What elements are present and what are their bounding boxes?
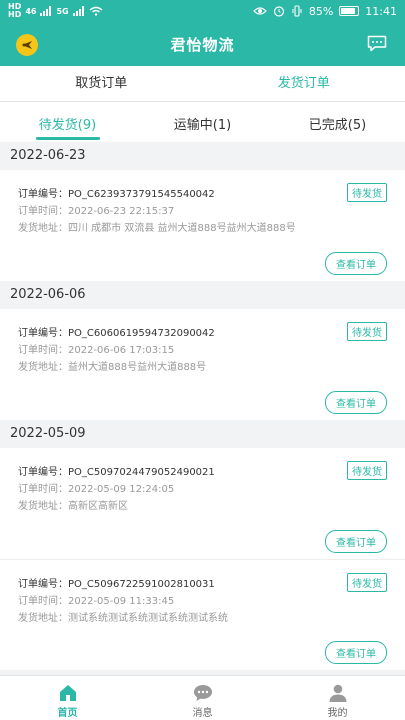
app-bar: 君怡物流: [0, 22, 405, 66]
nav-messages-label: 消息: [192, 708, 213, 719]
nav-profile[interactable]: 我的: [270, 676, 405, 720]
order-card[interactable]: 订单编号：PO_C5097024479052490021 订单时间：2022-0…: [0, 448, 405, 559]
order-card[interactable]: 订单编号：PO_C5096722591002810031 订单时间：2022-0…: [0, 559, 405, 670]
view-order-button[interactable]: 查看订单: [325, 391, 387, 414]
network-indicators: HD HD 46 5G: [8, 3, 103, 19]
nav-messages[interactable]: 消息: [135, 676, 270, 720]
tab-shipping-orders[interactable]: 发货订单: [203, 66, 405, 101]
network-hd: HD HD: [8, 2, 22, 19]
ship-address-row: 发货地址：四川 成都市 双流县 益州大道888号益州大道888号: [18, 223, 296, 234]
order-number: PO_C6060619594732090042: [68, 328, 215, 339]
nav-home[interactable]: 首页: [0, 676, 135, 720]
battery-icon: [339, 6, 360, 16]
date-header: 2022-06-06: [0, 281, 405, 309]
ship-address: 高新区高新区: [68, 501, 128, 512]
order-time: 2022-05-09 11:33:45: [68, 596, 175, 607]
message-icon[interactable]: [367, 35, 387, 52]
view-order-button[interactable]: 查看订单: [325, 641, 387, 664]
logo-icon[interactable]: [16, 34, 38, 56]
order-number-row: 订单编号：PO_C5096722591002810031: [18, 579, 215, 590]
alarm-icon: [273, 6, 284, 17]
status-bar: HD HD 46 5G 85% 11:41: [0, 0, 405, 22]
ship-address-row: 发货地址：益州大道888号益州大道888号: [18, 362, 207, 373]
order-time: 2022-06-06 17:03:15: [68, 345, 175, 356]
order-number-row: 订单编号：PO_C5097024479052490021: [18, 467, 215, 478]
nav-profile-label: 我的: [327, 708, 348, 719]
order-type-tabs: 取货订单 发货订单: [0, 66, 405, 102]
order-time-row: 订单时间：2022-05-09 12:24:05: [18, 484, 175, 495]
signal-icon-2: [72, 6, 84, 16]
ship-address: 测试系统测试系统测试系统测试系统: [68, 613, 228, 624]
order-time-row: 订单时间：2022-05-09 11:33:45: [18, 596, 175, 607]
ship-address: 四川 成都市 双流县 益州大道888号益州大道888号: [68, 223, 296, 234]
date-header: 2022-06-23: [0, 142, 405, 170]
status-right: 85% 11:41: [252, 4, 397, 18]
order-number: PO_C5097024479052490021: [68, 467, 215, 478]
tab-pickup-orders[interactable]: 取货订单: [0, 66, 203, 101]
chat-icon: [193, 685, 212, 701]
order-number: PO_C6239373791545540042: [68, 189, 215, 200]
status-badge: 待发货: [347, 322, 387, 341]
order-time-row: 订单时间：2022-06-06 17:03:15: [18, 345, 175, 356]
bottom-nav: 首页 消息 我的: [0, 675, 405, 720]
order-time-row: 订单时间：2022-06-23 22:15:37: [18, 206, 175, 217]
view-order-button[interactable]: 查看订单: [325, 252, 387, 275]
nav-home-label: 首页: [57, 708, 78, 719]
battery-percent: 85%: [308, 4, 334, 18]
eye-icon: [252, 7, 267, 15]
ship-address-row: 发货地址：测试系统测试系统测试系统测试系统: [18, 613, 228, 624]
order-time: 2022-06-23 22:15:37: [68, 206, 175, 217]
status-tabs: 待发货(9) 运输中(1) 已完成(5): [0, 102, 405, 142]
tab-pending-shipment[interactable]: 待发货(9): [0, 102, 135, 142]
signal-icon: [40, 6, 52, 16]
status-badge: 待发货: [347, 573, 387, 592]
order-number-row: 订单编号：PO_C6060619594732090042: [18, 328, 215, 339]
ship-address: 益州大道888号益州大道888号: [68, 362, 207, 373]
order-time: 2022-05-09 12:24:05: [68, 484, 175, 495]
order-number-row: 订单编号：PO_C6239373791545540042: [18, 189, 215, 200]
wifi-icon: [89, 6, 103, 16]
order-card[interactable]: 订单编号：PO_C6239373791545540042 订单时间：2022-0…: [0, 170, 405, 281]
page-title: 君怡物流: [170, 35, 235, 54]
tab-in-transit[interactable]: 运输中(1): [135, 102, 270, 142]
clock: 11:41: [365, 4, 397, 18]
date-header: 2022-05-09: [0, 420, 405, 448]
order-number: PO_C5096722591002810031: [68, 579, 215, 590]
view-order-button[interactable]: 查看订单: [325, 530, 387, 553]
home-icon: [59, 685, 76, 701]
tab-completed[interactable]: 已完成(5): [270, 102, 405, 142]
order-card[interactable]: 订单编号：PO_C6060619594732090042 订单时间：2022-0…: [0, 309, 405, 420]
ship-address-row: 发货地址：高新区高新区: [18, 501, 128, 512]
network-5g: 5G: [56, 6, 69, 16]
status-badge: 待发货: [347, 461, 387, 480]
status-badge: 待发货: [347, 183, 387, 202]
user-icon: [329, 684, 346, 702]
order-list[interactable]: 2022-06-23 订单编号：PO_C6239373791545540042 …: [0, 142, 405, 675]
vibrate-icon: [292, 5, 302, 17]
network-4g: 46: [25, 6, 37, 16]
